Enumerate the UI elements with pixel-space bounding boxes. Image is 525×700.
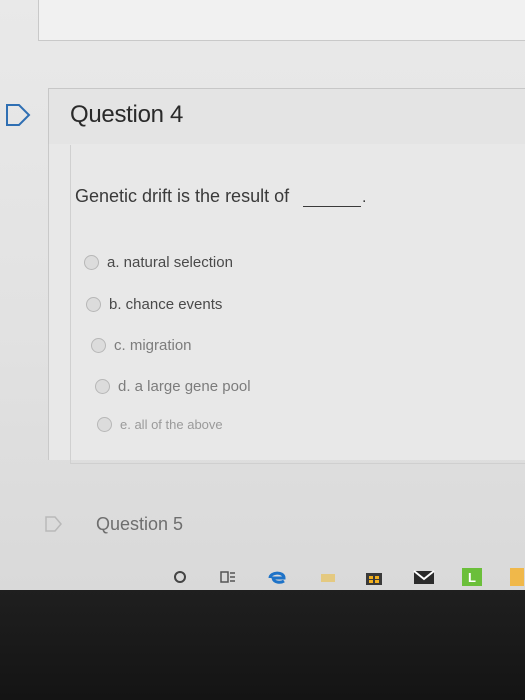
option-e[interactable]: e. all of the above [97, 413, 223, 435]
option-label: a. natural selection [107, 253, 233, 271]
option-b[interactable]: b. chance events [86, 293, 222, 315]
screen: Question 4 Genetic drift is the result o… [0, 0, 525, 590]
edge-icon[interactable] [266, 566, 288, 588]
option-c[interactable]: c. migration [91, 334, 192, 356]
store-icon[interactable] [362, 566, 386, 588]
radio-button[interactable] [84, 254, 99, 270]
previous-question-box [38, 0, 525, 41]
flag-question-icon[interactable] [4, 103, 34, 127]
option-label: e. all of the above [120, 416, 223, 432]
app-l-icon[interactable]: L [460, 566, 484, 588]
flag-question-icon[interactable] [44, 515, 64, 533]
radio-button[interactable] [86, 296, 101, 312]
radio-button[interactable] [91, 337, 106, 353]
app-icon[interactable] [508, 566, 525, 588]
app-l-label: L [462, 568, 482, 586]
radio-button[interactable] [95, 378, 110, 394]
question-period: . [362, 189, 367, 206]
folder-icon[interactable] [318, 566, 338, 588]
option-a[interactable]: a. natural selection [84, 251, 233, 273]
task-view-icon[interactable] [218, 566, 238, 588]
mail-icon[interactable] [412, 566, 436, 588]
monitor-bezel [0, 590, 525, 700]
option-label: d. a large gene pool [118, 377, 251, 395]
next-question-title: Question 5 [96, 514, 184, 534]
option-label: c. migration [114, 336, 192, 354]
question-title: Question 4 [70, 101, 184, 128]
option-label: b. chance events [109, 295, 223, 313]
option-d[interactable]: d. a large gene pool [95, 375, 251, 397]
radio-button[interactable] [97, 416, 112, 432]
answer-blank [303, 206, 361, 207]
search-icon[interactable] [170, 566, 190, 588]
question-text: Genetic drift is the result of [75, 186, 290, 206]
